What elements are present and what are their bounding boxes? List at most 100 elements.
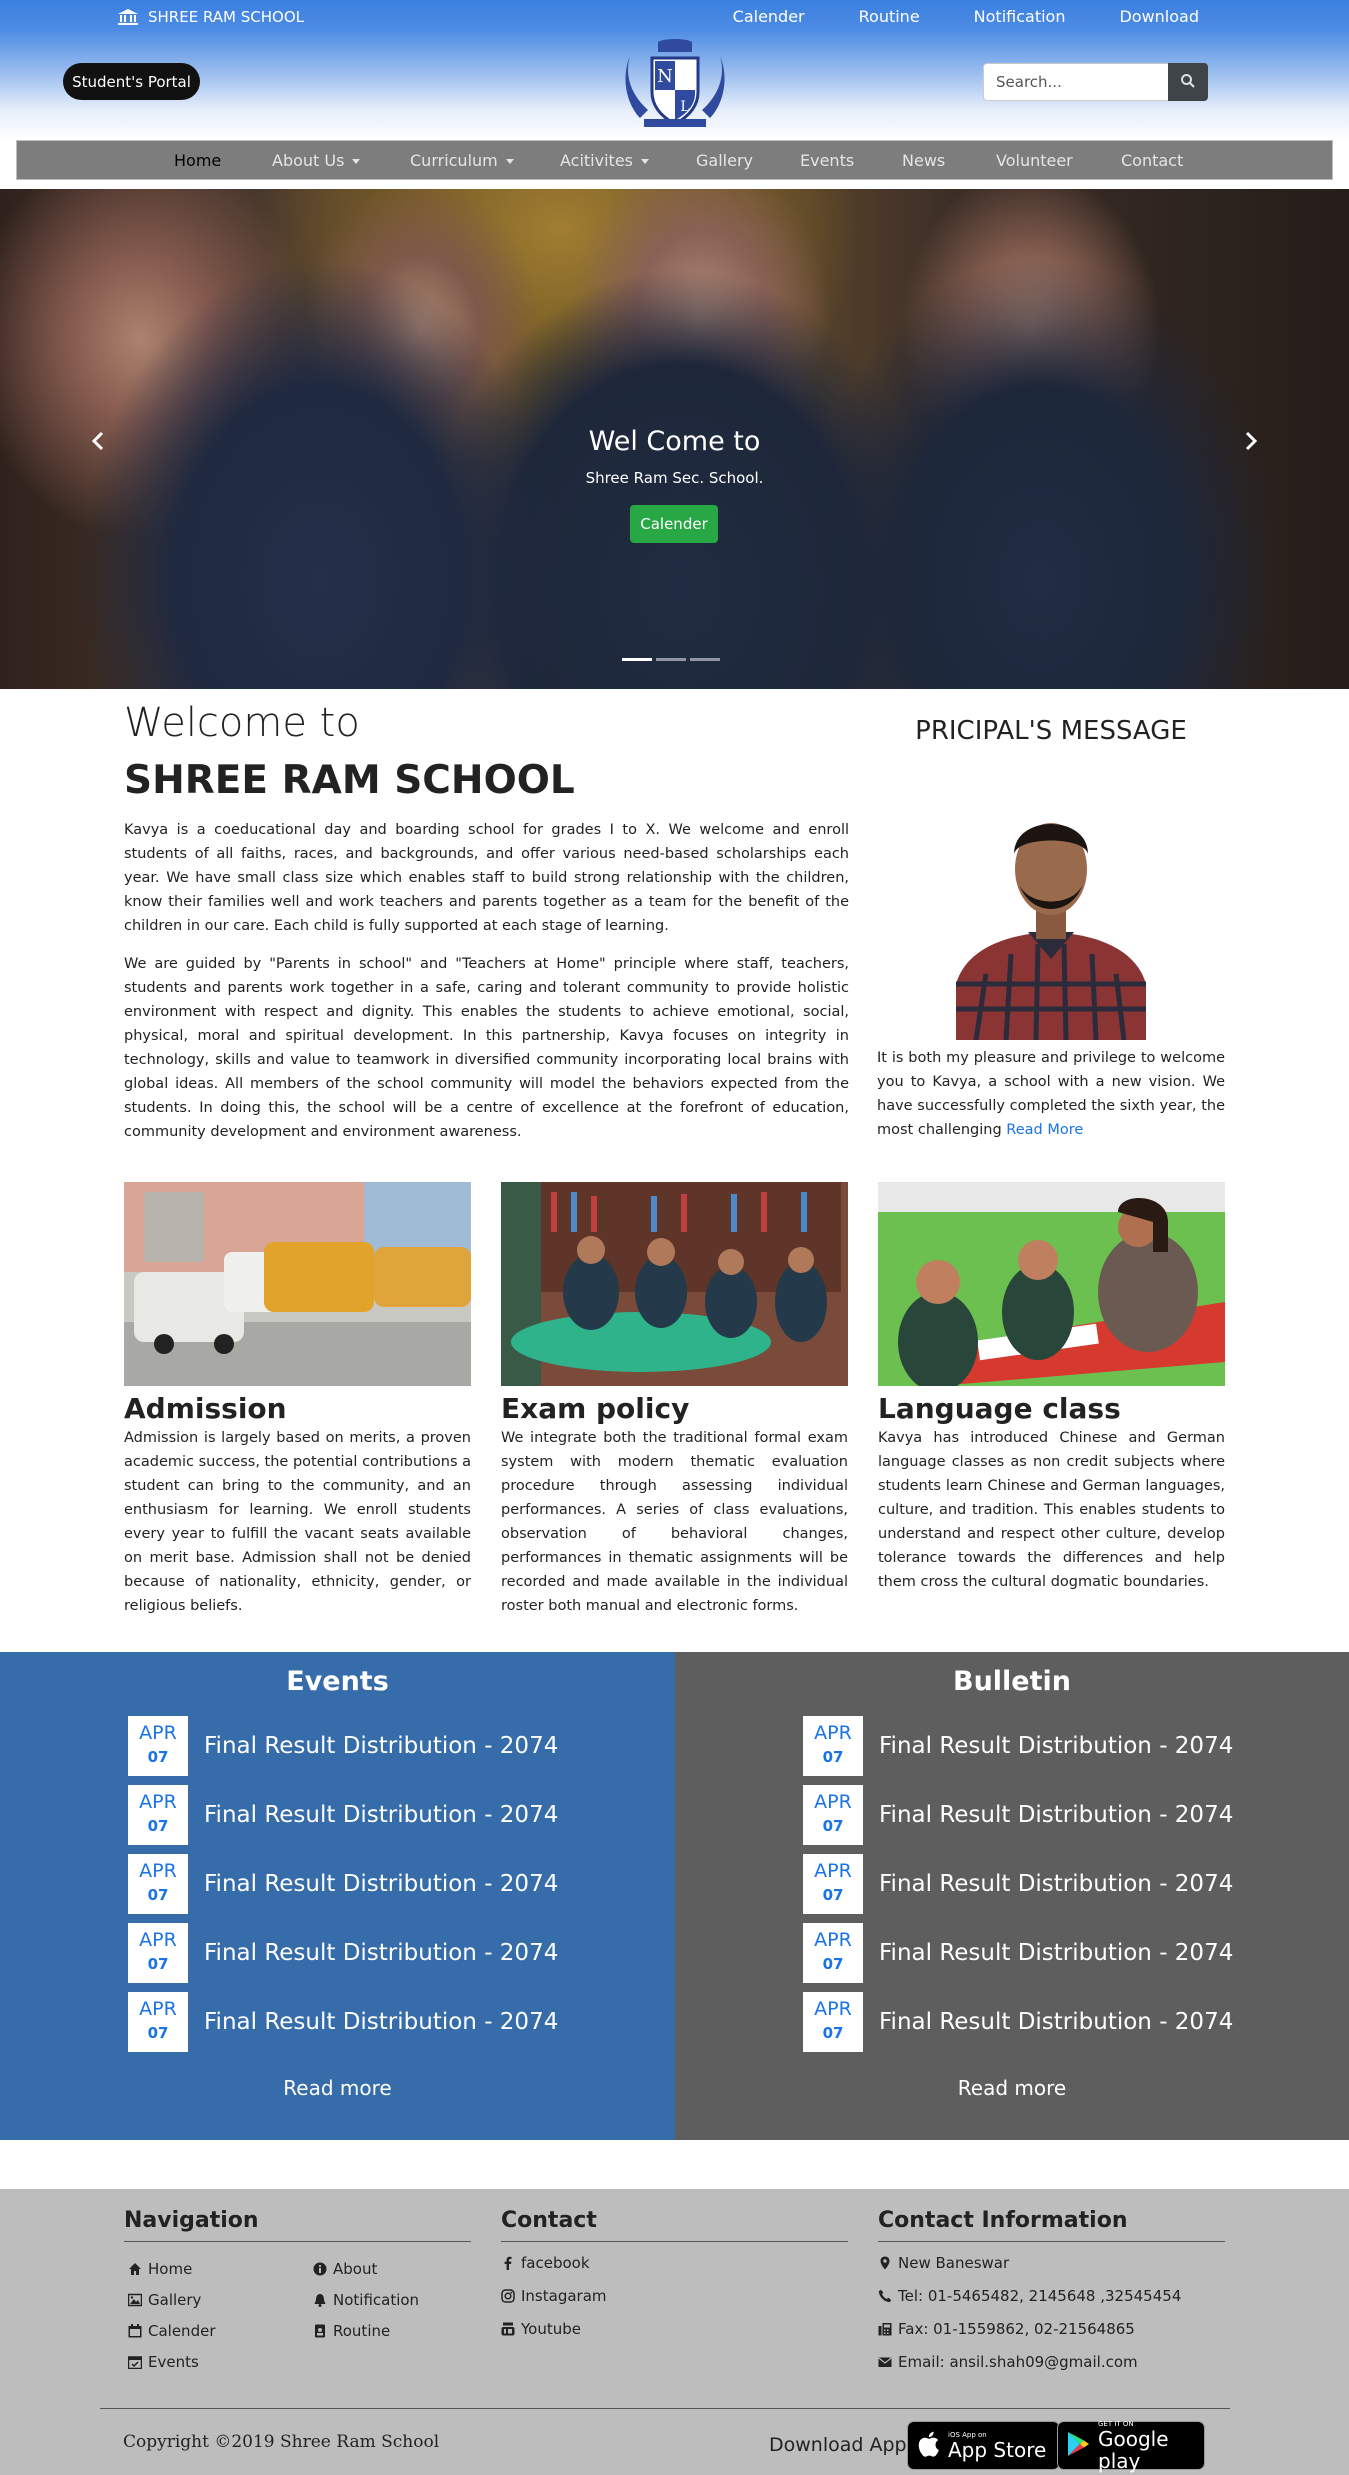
bulletin-date-box: APR 07 (803, 1992, 863, 2052)
event-date-box: APR 07 (128, 1923, 188, 1983)
event-item[interactable]: APR 07 Final Result Distribution - 2074 (128, 1923, 558, 1983)
footer-link-youtube[interactable]: Youtube (501, 2320, 848, 2338)
search-input[interactable] (983, 63, 1168, 101)
exam-policy-card: Exam policy We integrate both the tradit… (501, 1182, 848, 1618)
bulletin-title-text[interactable]: Final Result Distribution - 2074 (879, 2009, 1233, 2035)
carousel-indicator[interactable] (656, 658, 686, 661)
bulletin-title-text[interactable]: Final Result Distribution - 2074 (879, 1802, 1233, 1828)
principal-read-more-link[interactable]: Read More (1006, 1122, 1083, 1138)
app-store-badge[interactable]: iOS App on App Store (907, 2421, 1060, 2470)
events-panel: Events APR 07 Final Result Distribution -… (0, 1652, 675, 2140)
nav-item-volunteer[interactable]: Volunteer (996, 151, 1073, 170)
bulletin-item[interactable]: APR 07 Final Result Distribution - 2074 (803, 1854, 1233, 1914)
footer-link-calender[interactable]: Calender (128, 2322, 313, 2340)
school-logo[interactable]: N L (622, 36, 728, 130)
bulletin-title-text[interactable]: Final Result Distribution - 2074 (879, 1871, 1233, 1897)
footer-link-label: Home (148, 2260, 193, 2278)
event-item[interactable]: APR 07 Final Result Distribution - 2074 (128, 1854, 558, 1914)
nav-item-events[interactable]: Events (800, 151, 854, 170)
events-read-more-link[interactable]: Read more (0, 2076, 675, 2100)
bell-icon (313, 2293, 327, 2307)
event-item[interactable]: APR 07 Final Result Distribution - 2074 (128, 1992, 558, 2052)
search-form (983, 63, 1208, 101)
fax-line: Fax: 01-1559862, 02-21564865 (878, 2320, 1225, 2338)
fax-text: Fax: 01-1559862, 02-21564865 (898, 2320, 1135, 2338)
footer-link-label: Notification (333, 2291, 420, 2309)
copyright-text: Copyright ©2019 Shree Ram School (123, 2432, 440, 2452)
event-month: APR (139, 1722, 177, 1744)
students-portal-button[interactable]: Student's Portal (63, 63, 200, 100)
bulletin-item[interactable]: APR 07 Final Result Distribution - 2074 (803, 1992, 1233, 2052)
exam-policy-title: Exam policy (501, 1392, 690, 1425)
principal-message: PRICIPAL'S MESSAGE It is both my pleasur… (877, 716, 1225, 1142)
footer-divider (100, 2408, 1230, 2409)
phone-line: Tel: 01-5465482, 2145648 ,32545454 (878, 2287, 1225, 2305)
bulletin-title-text[interactable]: Final Result Distribution - 2074 (879, 1733, 1233, 1759)
google-play-icon (1066, 2431, 1090, 2461)
phone-text: Tel: 01-5465482, 2145648 ,32545454 (898, 2287, 1182, 2305)
carousel-indicator[interactable] (690, 658, 720, 661)
bulletin-title: Bulletin (952, 1666, 1071, 1697)
home-icon (128, 2262, 142, 2276)
event-date-box: APR 07 (128, 1785, 188, 1845)
exam-policy-image (501, 1182, 848, 1386)
top-link-calender[interactable]: Calender (733, 7, 805, 26)
bulletin-item[interactable]: APR 07 Final Result Distribution - 2074 (803, 1785, 1233, 1845)
event-title[interactable]: Final Result Distribution - 2074 (204, 1871, 558, 1897)
main-nav: Home About Us Curriculum Acitivites Gall… (16, 140, 1333, 180)
nav-item-activities[interactable]: Acitivites (560, 151, 649, 170)
brand-top[interactable]: SHREE RAM SCHOOL (118, 8, 304, 26)
bulletin-item[interactable]: APR 07 Final Result Distribution - 2074 (803, 1923, 1233, 1983)
event-title[interactable]: Final Result Distribution - 2074 (204, 2009, 558, 2035)
event-date-box: APR 07 (128, 1854, 188, 1914)
google-play-big-text: Google play (1098, 2426, 1169, 2473)
footer-link-notification[interactable]: Notification (313, 2291, 473, 2309)
search-button[interactable] (1168, 63, 1208, 101)
language-class-image (878, 1182, 1225, 1386)
footer-contact-list: facebook Instagaram Youtube (501, 2254, 848, 2338)
footer-link-home[interactable]: Home (128, 2260, 313, 2278)
google-play-badge[interactable]: GET IT ON Google play (1057, 2420, 1205, 2473)
calendar-icon (128, 2324, 142, 2338)
bulletin-item[interactable]: APR 07 Final Result Distribution - 2074 (803, 1716, 1233, 1776)
footer-link-facebook[interactable]: facebook (501, 2254, 848, 2272)
bulletin-title-text[interactable]: Final Result Distribution - 2074 (879, 1940, 1233, 1966)
nav-item-contact[interactable]: Contact (1121, 151, 1183, 170)
nav-item-news[interactable]: News (902, 151, 945, 170)
footer-link-label: Youtube (521, 2320, 581, 2338)
top-link-download[interactable]: Download (1119, 7, 1199, 26)
principal-photo (956, 784, 1146, 1040)
welcome-section: Welcome to SHREE RAM SCHOOL Kavya is a c… (124, 698, 849, 1144)
welcome-paragraph-2: We are guided by "Parents in school" and… (124, 956, 849, 1140)
event-item[interactable]: APR 07 Final Result Distribution - 2074 (128, 1785, 558, 1845)
bulletin-month: APR (814, 1998, 852, 2020)
nav-item-curriculum[interactable]: Curriculum (410, 151, 514, 170)
footer-link-routine[interactable]: Routine (313, 2322, 473, 2340)
event-month: APR (139, 1791, 177, 1813)
event-day: 07 (147, 1886, 169, 1904)
nav-item-home[interactable]: Home (174, 151, 221, 170)
top-link-notification[interactable]: Notification (974, 7, 1066, 26)
event-item[interactable]: APR 07 Final Result Distribution - 2074 (128, 1716, 558, 1776)
top-link-routine[interactable]: Routine (859, 7, 920, 26)
footer-navigation: Navigation Home About Gallery Notificati… (124, 2208, 471, 2371)
bulletin-read-more-link[interactable]: Read more (675, 2076, 1349, 2100)
event-day: 07 (147, 1817, 169, 1835)
info-icon (313, 2262, 327, 2276)
welcome-paragraph-1: Kavya is a coeducational day and boardin… (124, 822, 849, 934)
nav-item-about-us[interactable]: About Us (272, 151, 361, 170)
hero-calender-button[interactable]: Calender (630, 505, 718, 543)
footer-link-events[interactable]: Events (127, 2353, 313, 2371)
footer-link-instagram[interactable]: Instagaram (501, 2287, 848, 2305)
bulletin-month: APR (814, 1860, 852, 1882)
address-text: New Baneswar (898, 2254, 1010, 2272)
footer-contact: Contact facebook Instagaram Youtube (501, 2208, 848, 2338)
footer-link-about[interactable]: About (313, 2260, 473, 2278)
event-title[interactable]: Final Result Distribution - 2074 (204, 1733, 558, 1759)
welcome-heading: Welcome to (124, 700, 360, 746)
nav-item-gallery[interactable]: Gallery (696, 151, 753, 170)
carousel-indicator[interactable] (622, 658, 652, 661)
footer-link-gallery[interactable]: Gallery (127, 2291, 313, 2309)
event-title[interactable]: Final Result Distribution - 2074 (204, 1802, 558, 1828)
event-title[interactable]: Final Result Distribution - 2074 (204, 1940, 558, 1966)
